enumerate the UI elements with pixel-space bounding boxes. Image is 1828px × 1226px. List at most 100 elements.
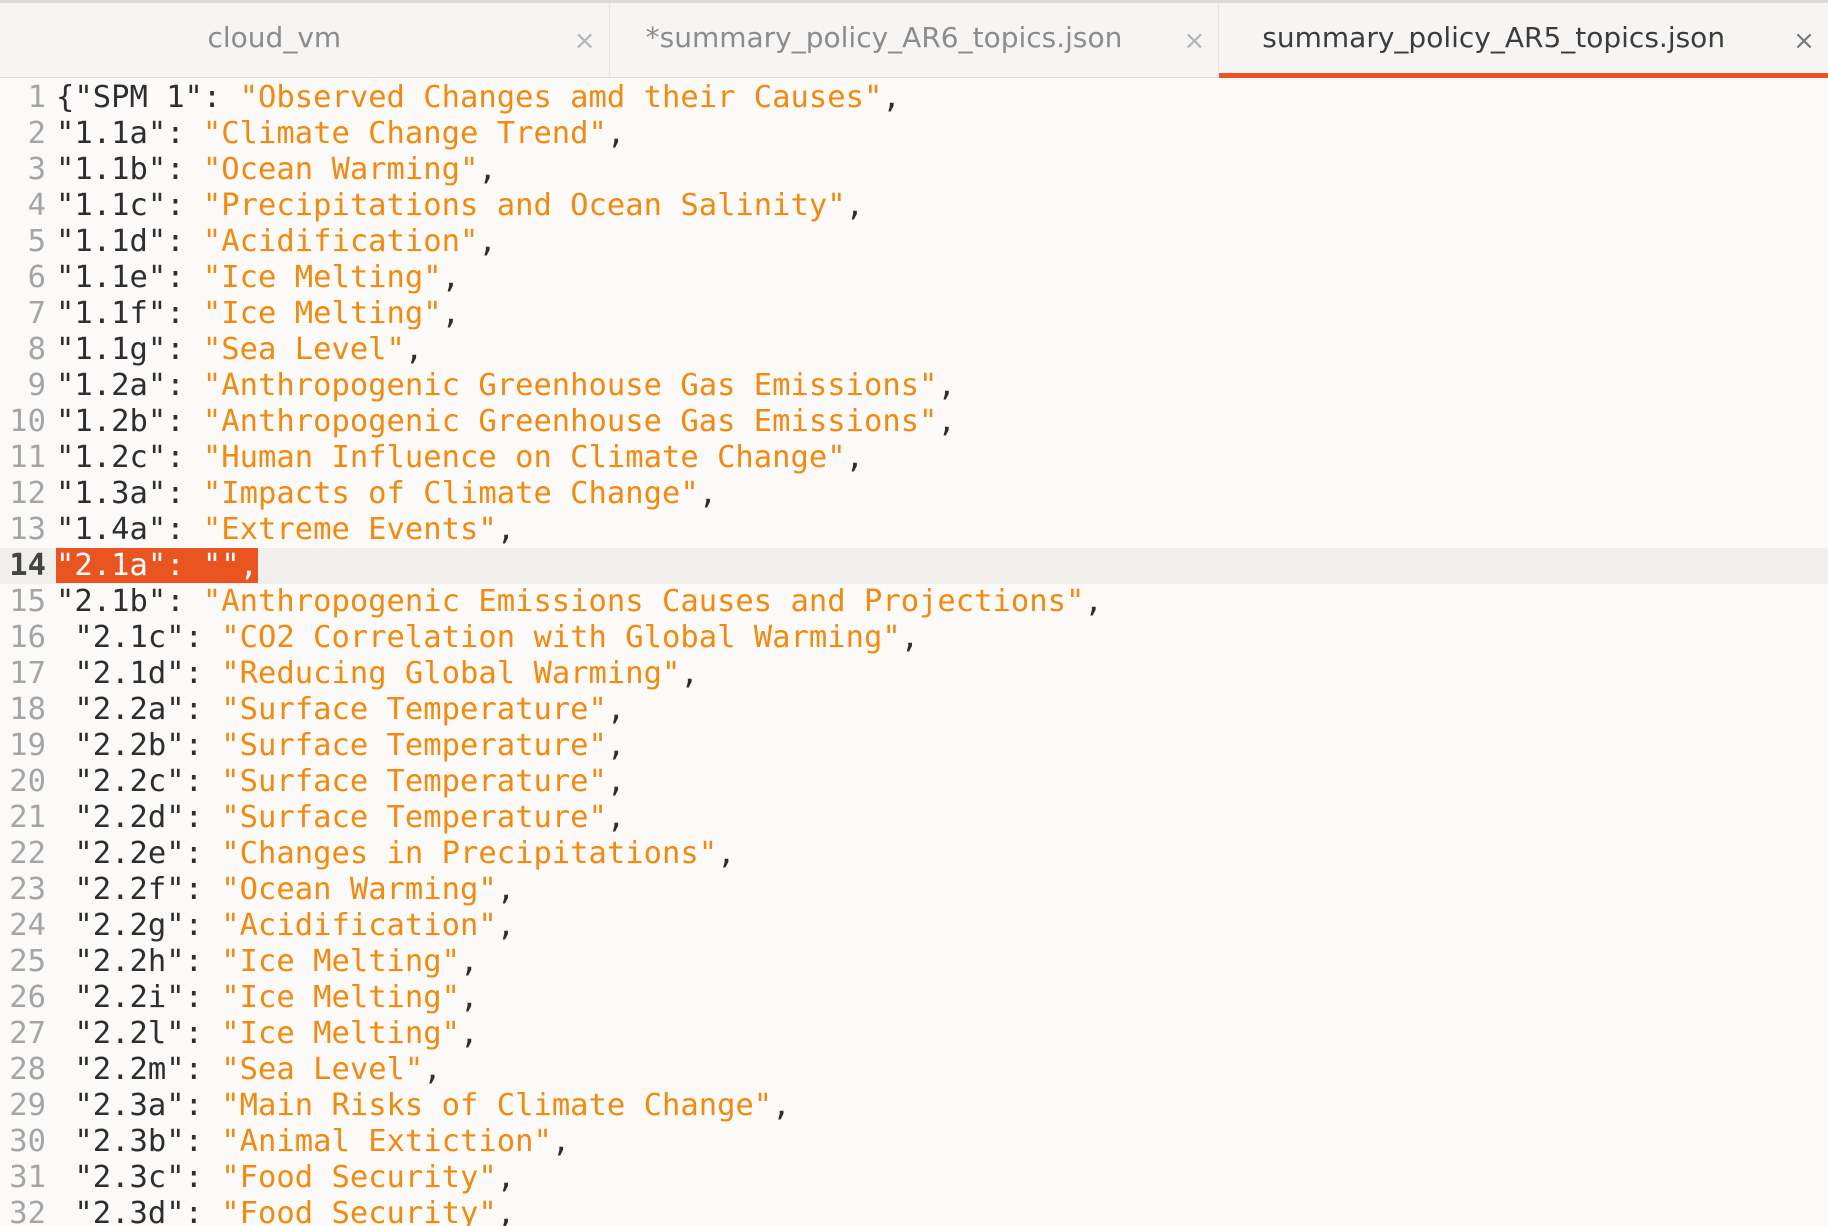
- json-comma: ,: [772, 1088, 791, 1123]
- editor-line[interactable]: 13 "1.4a": "Extreme Events",: [0, 512, 1828, 548]
- code-text[interactable]: {"SPM 1": "Observed Changes amd their Ca…: [56, 80, 901, 116]
- line-number: 30: [9, 1124, 46, 1159]
- code-text[interactable]: "2.2m": "Sea Level",: [56, 1052, 442, 1088]
- line-number: 19: [9, 728, 46, 763]
- editor-line[interactable]: 24 "2.2g": "Acidification",: [0, 908, 1828, 944]
- tab-summary-policy-ar5[interactable]: summary_policy_AR5_topics.json ×: [1218, 3, 1828, 78]
- editor-line[interactable]: 2 "1.1a": "Climate Change Trend",: [0, 116, 1828, 152]
- code-editor[interactable]: 1 {"SPM 1": "Observed Changes amd their C…: [0, 80, 1828, 1226]
- code-text[interactable]: "1.1g": "Sea Level",: [56, 332, 423, 368]
- code-text[interactable]: "2.1a": "",: [56, 548, 259, 584]
- json-separator: :: [184, 1016, 222, 1051]
- editor-line[interactable]: 29 "2.3a": "Main Risks of Climate Change…: [0, 1088, 1828, 1124]
- editor-line[interactable]: 3 "1.1b": "Ocean Warming",: [0, 152, 1828, 188]
- editor-line[interactable]: 10 "1.2b": "Anthropogenic Greenhouse Gas …: [0, 404, 1828, 440]
- code-text[interactable]: "2.2a": "Surface Temperature",: [56, 692, 625, 728]
- line-number: 31: [9, 1160, 46, 1195]
- json-comma: ,: [404, 332, 424, 367]
- editor-line[interactable]: 22 "2.2e": "Changes in Precipitations",: [0, 836, 1828, 872]
- editor-line[interactable]: 28 "2.2m": "Sea Level",: [0, 1052, 1828, 1088]
- editor-line[interactable]: 23 "2.2f": "Ocean Warming",: [0, 872, 1828, 908]
- code-text[interactable]: "1.2a": "Anthropogenic Greenhouse Gas Em…: [56, 368, 956, 404]
- code-text[interactable]: "2.3b": "Animal Extiction",: [56, 1124, 570, 1160]
- editor-line[interactable]: 8 "1.1g": "Sea Level",: [0, 332, 1828, 368]
- json-separator: :: [184, 908, 222, 943]
- close-icon[interactable]: ×: [1178, 25, 1210, 57]
- json-value: "Climate Change Trend": [202, 116, 607, 151]
- editor-line[interactable]: 20 "2.2c": "Surface Temperature",: [0, 764, 1828, 800]
- code-text[interactable]: "2.2l": "Ice Melting",: [56, 1016, 478, 1052]
- code-text[interactable]: "1.3a": "Impacts of Climate Change",: [56, 476, 717, 512]
- editor-line[interactable]: 30 "2.3b": "Animal Extiction",: [0, 1124, 1828, 1160]
- editor-line[interactable]: 31 "2.3c": "Food Security",: [0, 1160, 1828, 1196]
- code-text[interactable]: "2.1b": "Anthropogenic Emissions Causes …: [56, 584, 1103, 620]
- editor-line[interactable]: 21 "2.2d": "Surface Temperature",: [0, 800, 1828, 836]
- line-number: 16: [9, 620, 46, 655]
- code-text[interactable]: "2.2d": "Surface Temperature",: [56, 800, 625, 836]
- code-text[interactable]: "2.2e": "Changes in Precipitations",: [56, 836, 735, 872]
- editor-line[interactable]: 9 "1.2a": "Anthropogenic Greenhouse Gas E…: [0, 368, 1828, 404]
- json-separator: :: [166, 548, 203, 583]
- line-number: 3: [27, 152, 46, 187]
- code-text[interactable]: "1.1c": "Precipitations and Ocean Salini…: [56, 188, 864, 224]
- code-text[interactable]: "1.1b": "Ocean Warming",: [56, 152, 497, 188]
- code-text[interactable]: "1.1f": "Ice Melting",: [56, 296, 460, 332]
- json-comma: ,: [478, 224, 497, 259]
- editor-line[interactable]: 27 "2.2l": "Ice Melting",: [0, 1016, 1828, 1052]
- code-text[interactable]: "2.1d": "Reducing Global Warming",: [56, 656, 698, 692]
- json-comma: ,: [882, 80, 901, 115]
- code-text[interactable]: "1.1e": "Ice Melting",: [56, 260, 460, 296]
- editor-line[interactable]: 26 "2.2i": "Ice Melting",: [0, 980, 1828, 1016]
- json-separator: :: [166, 440, 203, 475]
- code-text[interactable]: "2.2i": "Ice Melting",: [56, 980, 478, 1016]
- code-text[interactable]: "2.3d": "Food Security",: [56, 1196, 515, 1226]
- editor-line[interactable]: 16 "2.1c": "CO2 Correlation with Global …: [0, 620, 1828, 656]
- editor-line[interactable]: 25 "2.2h": "Ice Melting",: [0, 944, 1828, 980]
- close-icon[interactable]: ×: [1788, 25, 1820, 57]
- json-key: "1.3a": [56, 476, 167, 511]
- tab-summary-policy-ar6[interactable]: *summary_policy_AR6_topics.json ×: [608, 3, 1219, 77]
- json-comma: ,: [423, 1052, 442, 1087]
- json-value: "Acidification": [202, 224, 479, 259]
- editor-line[interactable]: 17 "2.1d": "Reducing Global Warming",: [0, 656, 1828, 692]
- line-number: 15: [9, 584, 46, 619]
- code-text[interactable]: "2.2h": "Ice Melting",: [56, 944, 478, 980]
- line-number: 12: [9, 476, 46, 511]
- json-value: "Ocean Warming": [221, 872, 497, 907]
- json-comma: ,: [1084, 584, 1103, 619]
- code-text[interactable]: "2.1c": "CO2 Correlation with Global War…: [56, 620, 919, 656]
- code-text[interactable]: "1.1a": "Climate Change Trend",: [56, 116, 625, 152]
- json-comma: ,: [496, 1196, 516, 1226]
- code-text[interactable]: "1.2c": "Human Influence on Climate Chan…: [56, 440, 864, 476]
- code-text[interactable]: "2.2g": "Acidification",: [56, 908, 515, 944]
- code-text[interactable]: "2.2f": "Ocean Warming",: [56, 872, 515, 908]
- json-comma: ,: [478, 152, 497, 187]
- editor-line[interactable]: 15 "2.1b": "Anthropogenic Emissions Cause…: [0, 584, 1828, 620]
- editor-line[interactable]: 4 "1.1c": "Precipitations and Ocean Salin…: [0, 188, 1828, 224]
- editor-line[interactable]: 19 "2.2b": "Surface Temperature",: [0, 728, 1828, 764]
- code-text[interactable]: "2.3a": "Main Risks of Climate Change",: [56, 1088, 791, 1124]
- code-text[interactable]: "2.2b": "Surface Temperature",: [56, 728, 625, 764]
- editor-line[interactable]: 1 {"SPM 1": "Observed Changes amd their C…: [0, 80, 1828, 116]
- code-text[interactable]: "1.1d": "Acidification",: [56, 224, 497, 260]
- code-text[interactable]: "2.3c": "Food Security",: [56, 1160, 515, 1196]
- editor-line[interactable]: 32 "2.3d": "Food Security",: [0, 1196, 1828, 1226]
- code-text[interactable]: "1.2b": "Anthropogenic Greenhouse Gas Em…: [56, 404, 956, 440]
- editor-line[interactable]: 12 "1.3a": "Impacts of Climate Change",: [0, 476, 1828, 512]
- code-text[interactable]: "1.4a": "Extreme Events",: [56, 512, 515, 548]
- json-key: "2.2i": [74, 980, 185, 1015]
- line-number: 7: [27, 296, 46, 331]
- tab-cloud-vm[interactable]: cloud_vm ×: [0, 3, 609, 77]
- close-icon[interactable]: ×: [569, 25, 601, 57]
- editor-line[interactable]: 11 "1.2c": "Human Influence on Climate Ch…: [0, 440, 1828, 476]
- json-key: "2.2h": [74, 944, 185, 979]
- editor-line[interactable]: 5 "1.1d": "Acidification",: [0, 224, 1828, 260]
- editor-line[interactable]: 18 "2.2a": "Surface Temperature",: [0, 692, 1828, 728]
- editor-line[interactable]: 7 "1.1f": "Ice Melting",: [0, 296, 1828, 332]
- editor-line[interactable]: 6 "1.1e": "Ice Melting",: [0, 260, 1828, 296]
- text-selection[interactable]: "2.1a": "",: [56, 548, 259, 583]
- code-text[interactable]: "2.2c": "Surface Temperature",: [56, 764, 625, 800]
- editor-line[interactable]: 14 "2.1a": "",: [0, 548, 1828, 584]
- json-key: "2.2g": [74, 908, 185, 943]
- json-comma: ,: [606, 116, 626, 151]
